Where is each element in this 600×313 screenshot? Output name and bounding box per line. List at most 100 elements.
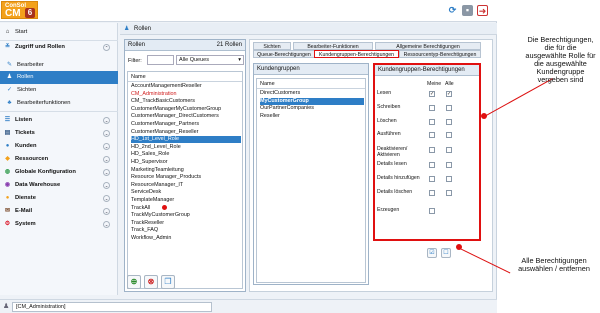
- role-list-item[interactable]: CM_TrackBasicCustomers: [131, 98, 241, 105]
- tab-ressourcentyp-berechtigungen[interactable]: Ressourcentyp-Berechtigungen: [399, 50, 481, 58]
- expand-icon[interactable]: ⌄: [103, 143, 110, 150]
- role-list-item[interactable]: CM_Administration: [131, 91, 241, 98]
- expand-icon[interactable]: ⌄: [103, 221, 110, 228]
- permission-checkbox-mine[interactable]: [429, 190, 435, 196]
- settings-icon[interactable]: ▪: [462, 5, 473, 16]
- tab-sichten[interactable]: Sichten: [253, 42, 291, 50]
- refresh-icon[interactable]: ⟳: [447, 5, 458, 16]
- role-list-item[interactable]: TrackReseller: [131, 220, 241, 227]
- tab-kundengruppen-berechtigungen[interactable]: Kundengruppen-Berechtigungen: [314, 50, 399, 58]
- role-list-item[interactable]: MarketingTeamleitung: [131, 167, 241, 174]
- roles-icon: ♟: [6, 74, 13, 80]
- sidebar-section-system[interactable]: ⚙ System ⌄: [0, 218, 118, 231]
- select-all-button[interactable]: ☑: [427, 248, 437, 258]
- role-list-item[interactable]: AccountManagementReseller: [131, 83, 241, 90]
- sidebar-section-access[interactable]: ≚ Zugriff und Rollen ⌃: [0, 41, 118, 54]
- permission-checkbox-mine[interactable]: ✓: [429, 91, 435, 97]
- expand-icon[interactable]: ⌄: [103, 156, 110, 163]
- expand-icon[interactable]: ⌄: [103, 117, 110, 124]
- permission-checkbox-all[interactable]: [446, 162, 452, 168]
- filter-input[interactable]: [147, 55, 174, 65]
- permission-checkbox-mine[interactable]: [429, 105, 435, 111]
- system-icon: ⚙: [4, 221, 11, 227]
- customer-group-item[interactable]: MyCustomerGroup: [260, 97, 364, 105]
- role-list-item[interactable]: HD_Sales_Role: [131, 151, 241, 158]
- role-list-item[interactable]: HD_2nd_Level_Role: [131, 144, 241, 151]
- permission-checkbox-mine[interactable]: [429, 176, 435, 182]
- customer-group-item[interactable]: DirectCustomers: [260, 90, 364, 97]
- panel-header: ♟ Rollen: [120, 23, 497, 35]
- customer-groups-header: Kundengruppen: [254, 64, 368, 75]
- add-role-button[interactable]: ⊕: [127, 275, 141, 289]
- role-list-item[interactable]: Resource Manager_Products: [131, 174, 241, 181]
- groups-column-header: Name: [257, 79, 365, 89]
- sidebar-section-tickets[interactable]: ▤ Tickets ⌄: [0, 127, 118, 140]
- role-list-item[interactable]: ServiceDesk: [131, 189, 241, 196]
- column-label: Name: [131, 74, 146, 80]
- role-list-item[interactable]: TrackAll: [131, 205, 241, 212]
- role-list-item[interactable]: Workflow_Admin: [131, 235, 241, 242]
- role-list-item[interactable]: CustomerManager_Partners: [131, 121, 241, 128]
- sidebar-item-sichten[interactable]: ✓ Sichten: [0, 84, 118, 97]
- tab-allgemeine-berechtigungen[interactable]: Allgemeine Berechtigungen: [375, 42, 481, 50]
- user-icon: ♟: [3, 303, 10, 310]
- permission-checkbox-mine[interactable]: [429, 162, 435, 168]
- top-bar: ConSol CM 6 ⟳ ▪ ➜: [0, 0, 497, 22]
- sidebar-section-globale-konfiguration[interactable]: ◍ Globale Konfiguration ⌄: [0, 166, 118, 179]
- permission-checkbox-mine[interactable]: [429, 132, 435, 138]
- permission-checkbox-all[interactable]: ✓: [446, 91, 452, 97]
- permission-checkbox-all[interactable]: [446, 132, 452, 138]
- permissions-header: Kundengruppen-Berechtigungen: [375, 65, 479, 76]
- deselect-all-button[interactable]: ☐: [441, 248, 451, 258]
- expand-icon[interactable]: ⌄: [103, 195, 110, 202]
- sidebar-section-data-warehouse[interactable]: ◉ Data Warehouse ⌄: [0, 179, 118, 192]
- tab-bearbeiter-funktionen[interactable]: Bearbeiter-Funktionen: [293, 42, 373, 50]
- expand-icon[interactable]: ⌄: [103, 169, 110, 176]
- role-list-item[interactable]: Track_FAQ: [131, 227, 241, 234]
- customer-groups-panel: Kundengruppen Name DirectCustomers MyCust…: [253, 63, 369, 285]
- role-list-item[interactable]: HD_1st_Level_Role: [131, 136, 241, 144]
- permission-checkbox-mine[interactable]: [429, 147, 435, 153]
- permission-label: Details löschen: [377, 189, 413, 195]
- sidebar-section-email[interactable]: ✉ E-Mail ⌄: [0, 205, 118, 218]
- role-list-item[interactable]: TrackMyCustomerGroup: [131, 212, 241, 219]
- customer-group-item[interactable]: Reseller: [260, 113, 364, 120]
- role-list-item[interactable]: TemplateManager: [131, 197, 241, 204]
- sidebar-item-label: Bearbeiterfunktionen: [17, 100, 71, 106]
- permission-checkbox-mine[interactable]: [429, 119, 435, 125]
- expand-icon[interactable]: ⌄: [103, 182, 110, 189]
- home-icon: ⌂: [5, 29, 10, 35]
- sidebar-item-bearbeiterfunktionen[interactable]: ♣ Bearbeiterfunktionen: [0, 97, 118, 110]
- role-list-item[interactable]: ResourceManager_IT: [131, 182, 241, 189]
- sidebar-section-label: Zugriff und Rollen: [15, 44, 65, 50]
- sidebar-section-label: Dienste: [15, 195, 36, 201]
- customer-group-item[interactable]: OurPartnerCompanies: [260, 105, 364, 112]
- expand-icon[interactable]: ⌄: [103, 208, 110, 215]
- sidebar-section-ressourcen[interactable]: ◆ Ressourcen ⌄: [0, 153, 118, 166]
- role-list-item[interactable]: CustomerManager_DirectCustomers: [131, 113, 241, 120]
- permission-checkbox-all[interactable]: [446, 176, 452, 182]
- tab-queue-berechtigungen[interactable]: Queue-Berechtigungen: [253, 50, 315, 58]
- permission-checkbox-all[interactable]: [446, 190, 452, 196]
- permission-checkbox-all[interactable]: [446, 119, 452, 125]
- sidebar-item-rollen[interactable]: ♟ Rollen: [0, 71, 118, 84]
- permission-checkbox-all[interactable]: [446, 105, 452, 111]
- collapse-icon[interactable]: ⌃: [103, 44, 110, 51]
- permission-checkbox-mine[interactable]: [429, 208, 435, 214]
- page-title: Rollen: [134, 26, 152, 32]
- role-list-item[interactable]: CustomerManager_Reseller: [131, 129, 241, 136]
- role-list-item[interactable]: HD_Supervisor: [131, 159, 241, 166]
- copy-role-button[interactable]: ❐: [161, 275, 175, 289]
- status-bar: ♟ [CM_Administration]: [0, 299, 497, 313]
- sidebar-section-kunden[interactable]: ● Kunden ⌄: [0, 140, 118, 153]
- delete-role-button[interactable]: ⊗: [144, 275, 158, 289]
- permission-checkbox-all[interactable]: [446, 147, 452, 153]
- queue-filter-select[interactable]: Alle Queues ▾: [176, 55, 244, 65]
- role-list-item[interactable]: CustomerManagerMyCustomerGroup: [131, 106, 241, 113]
- sidebar-section-label: E-Mail: [15, 208, 33, 214]
- sidebar-item-start[interactable]: ⌂ Start: [0, 26, 118, 39]
- logout-icon[interactable]: ➜: [477, 5, 488, 16]
- sidebar-section-listen[interactable]: ☰ Listen ⌄: [0, 114, 118, 127]
- expand-icon[interactable]: ⌄: [103, 130, 110, 137]
- sidebar-section-dienste[interactable]: ● Dienste ⌄: [0, 192, 118, 205]
